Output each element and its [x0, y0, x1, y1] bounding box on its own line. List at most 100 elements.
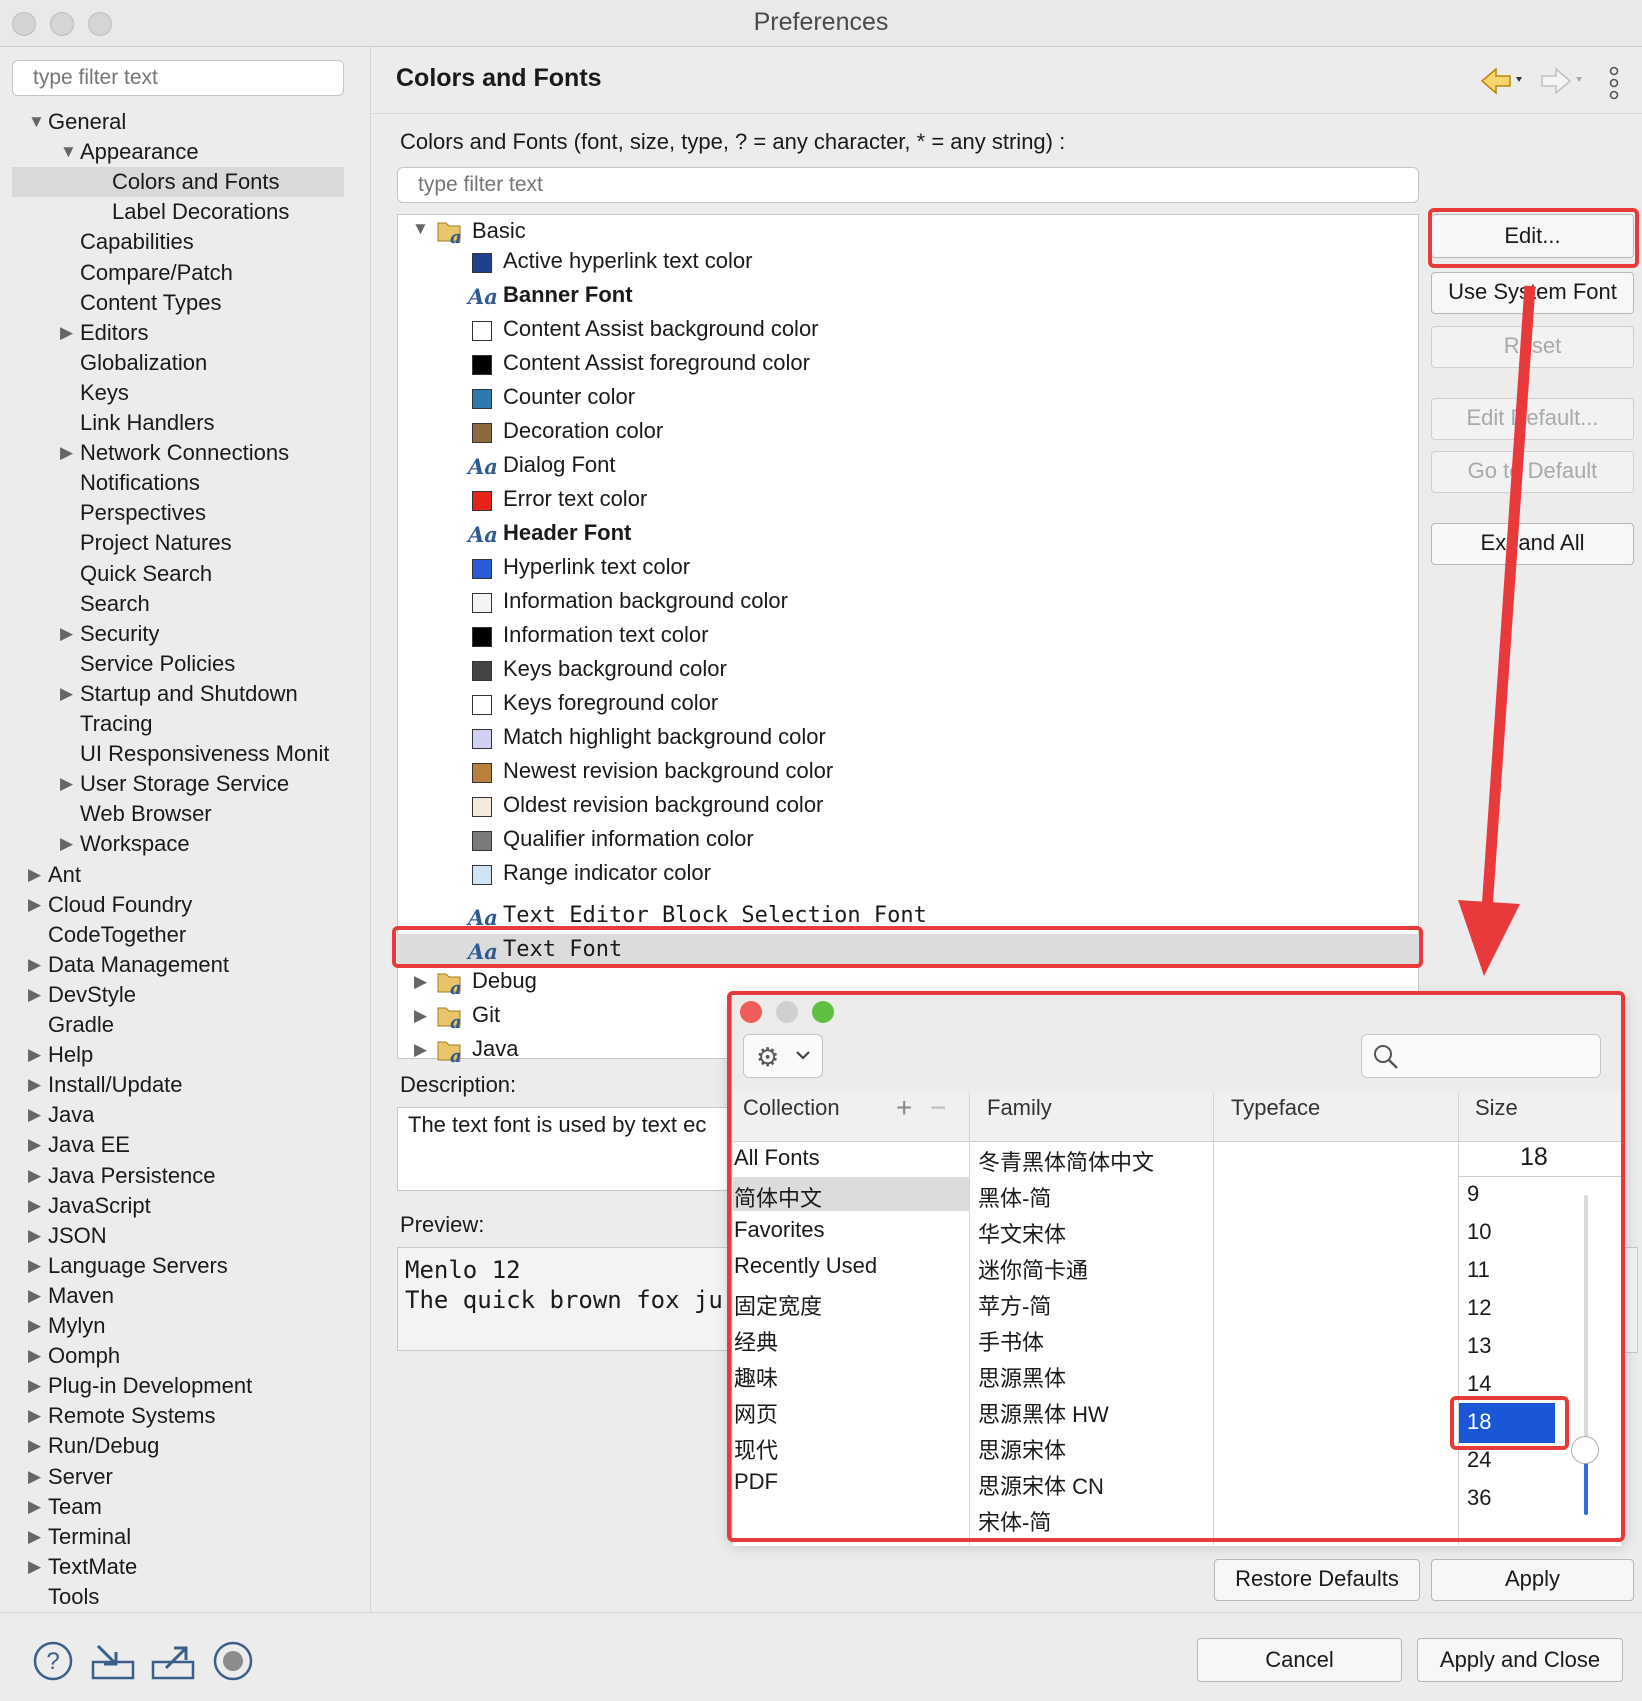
import-icon[interactable] — [90, 1642, 136, 1687]
nav-item[interactable]: Gradle — [48, 1010, 114, 1040]
nav-item[interactable]: Ant — [48, 860, 81, 890]
nav-item[interactable]: Search — [80, 589, 150, 619]
basic-group-label[interactable]: Basic — [472, 218, 526, 244]
expanded-triangle-icon[interactable]: ▼ — [412, 219, 429, 239]
nav-item[interactable]: Web Browser — [80, 799, 212, 829]
nav-item[interactable]: Plug-in Development — [48, 1371, 252, 1401]
collapsed-triangle-icon[interactable]: ▶ — [28, 1492, 41, 1522]
nav-item[interactable]: General — [48, 107, 126, 137]
collapsed-triangle-icon[interactable]: ▶ — [28, 1130, 41, 1160]
size-item[interactable]: 11 — [1467, 1257, 1490, 1283]
collection-item[interactable]: 现代 — [734, 1433, 778, 1465]
collection-item[interactable]: All Fonts — [734, 1145, 820, 1171]
collapsed-triangle-icon[interactable]: ▶ — [60, 318, 73, 348]
expanded-triangle-icon[interactable]: ▼ — [60, 137, 77, 167]
nav-item[interactable]: Team — [48, 1492, 102, 1522]
collapsed-triangle-icon[interactable]: ▶ — [60, 619, 73, 649]
collapsed-triangle-icon[interactable]: ▶ — [28, 890, 41, 920]
font-item[interactable]: Text Editor Block Selection Font — [503, 903, 927, 928]
collapsed-triangle-icon[interactable]: ▶ — [28, 1191, 41, 1221]
color-item[interactable]: Information background color — [503, 588, 788, 614]
collection-item[interactable]: Favorites — [734, 1217, 824, 1243]
nav-item[interactable]: Content Types — [80, 288, 221, 318]
family-item[interactable]: 思源黑体 — [978, 1361, 1066, 1393]
collection-item[interactable]: 简体中文 — [734, 1181, 822, 1213]
size-item[interactable]: 10 — [1467, 1219, 1491, 1245]
nav-item[interactable]: Network Connections — [80, 438, 289, 468]
collapsed-triangle-icon[interactable]: ▶ — [60, 438, 73, 468]
forward-nav-icon[interactable] — [1538, 64, 1588, 103]
collapsed-triangle-icon[interactable]: ▶ — [28, 1040, 41, 1070]
family-item[interactable]: 宋体-简 — [978, 1505, 1051, 1537]
font-item[interactable]: Banner Font — [503, 282, 633, 308]
collection-item[interactable]: Recently Used — [734, 1253, 877, 1279]
size-item[interactable]: 13 — [1467, 1333, 1491, 1359]
size-item[interactable]: 14 — [1467, 1371, 1491, 1397]
nav-item[interactable]: Run/Debug — [48, 1431, 159, 1461]
nav-item[interactable]: Data Management — [48, 950, 229, 980]
family-item[interactable]: 思源宋体 CN — [978, 1469, 1104, 1501]
color-item[interactable]: Counter color — [503, 384, 635, 410]
font-item[interactable]: Dialog Font — [503, 452, 616, 478]
nav-item[interactable]: Java — [48, 1100, 94, 1130]
collapsed-triangle-icon[interactable]: ▶ — [28, 1281, 41, 1311]
color-item[interactable]: Range indicator color — [503, 860, 711, 886]
back-nav-icon[interactable] — [1478, 64, 1528, 103]
nav-item[interactable]: Java Persistence — [48, 1161, 216, 1191]
cancel-button[interactable]: Cancel — [1197, 1638, 1402, 1682]
family-item[interactable]: 冬青黑体简体中文 — [978, 1145, 1154, 1177]
collection-item[interactable]: 固定宽度 — [734, 1289, 822, 1321]
colors-filter-input[interactable] — [397, 167, 1419, 203]
nav-item[interactable]: Tools — [48, 1582, 99, 1612]
color-item[interactable]: Keys foreground color — [503, 690, 718, 716]
family-item[interactable]: 黑体-简 — [978, 1181, 1051, 1213]
size-item[interactable]: 9 — [1467, 1181, 1479, 1207]
collapsed-triangle-icon[interactable]: ▶ — [28, 1251, 41, 1281]
nav-item[interactable]: Oomph — [48, 1341, 120, 1371]
collapsed-triangle-icon[interactable]: ▶ — [414, 1006, 427, 1026]
help-icon[interactable]: ? — [32, 1640, 74, 1687]
nav-item[interactable]: Mylyn — [48, 1311, 105, 1341]
collection-item[interactable]: 经典 — [734, 1325, 778, 1357]
collapsed-triangle-icon[interactable]: ▶ — [28, 1221, 41, 1251]
collapsed-triangle-icon[interactable]: ▶ — [28, 860, 41, 890]
nav-item[interactable]: Quick Search — [80, 559, 212, 589]
nav-item[interactable]: Keys — [80, 378, 129, 408]
collapsed-triangle-icon[interactable]: ▶ — [60, 679, 73, 709]
record-icon[interactable] — [212, 1640, 254, 1687]
collapsed-triangle-icon[interactable]: ▶ — [414, 972, 427, 992]
nav-item[interactable]: UI Responsiveness Monit — [80, 739, 329, 769]
collapsed-triangle-icon[interactable]: ▶ — [28, 1311, 41, 1341]
color-item[interactable]: Qualifier information color — [503, 826, 754, 852]
nav-item[interactable]: Cloud Foundry — [48, 890, 192, 920]
family-item[interactable]: 思源黑体 HW — [978, 1397, 1109, 1429]
nav-item[interactable]: Language Servers — [48, 1251, 228, 1281]
color-item[interactable]: Newest revision background color — [503, 758, 833, 784]
collapsed-triangle-icon[interactable]: ▶ — [28, 1161, 41, 1191]
left-filter-input[interactable] — [12, 60, 344, 96]
color-item[interactable]: Decoration color — [503, 418, 663, 444]
collapsed-triangle-icon[interactable]: ▶ — [28, 950, 41, 980]
color-item[interactable]: Active hyperlink text color — [503, 248, 752, 274]
group-label[interactable]: Git — [472, 1002, 500, 1028]
nav-item[interactable]: Remote Systems — [48, 1401, 216, 1431]
family-item[interactable]: 华文宋体 — [978, 1217, 1066, 1249]
nav-item[interactable]: User Storage Service — [80, 769, 289, 799]
color-item[interactable]: Match highlight background color — [503, 724, 826, 750]
collapsed-triangle-icon[interactable]: ▶ — [28, 1462, 41, 1492]
nav-item[interactable]: Tracing — [80, 709, 153, 739]
color-item[interactable]: Hyperlink text color — [503, 554, 690, 580]
collapsed-triangle-icon[interactable]: ▶ — [28, 1522, 41, 1552]
nav-item[interactable]: Server — [48, 1462, 113, 1492]
size-item[interactable]: 36 — [1467, 1485, 1491, 1511]
collapsed-triangle-icon[interactable]: ▶ — [28, 1341, 41, 1371]
size-item[interactable]: 24 — [1467, 1447, 1491, 1473]
nav-item[interactable]: Appearance — [80, 137, 199, 167]
export-icon[interactable] — [150, 1642, 196, 1687]
nav-item[interactable]: Service Policies — [80, 649, 235, 679]
collapsed-triangle-icon[interactable]: ▶ — [28, 1070, 41, 1100]
color-item[interactable]: Error text color — [503, 486, 647, 512]
collapsed-triangle-icon[interactable]: ▶ — [28, 1100, 41, 1130]
family-item[interactable]: 手书体 — [978, 1325, 1044, 1357]
nav-item[interactable]: Java EE — [48, 1130, 130, 1160]
